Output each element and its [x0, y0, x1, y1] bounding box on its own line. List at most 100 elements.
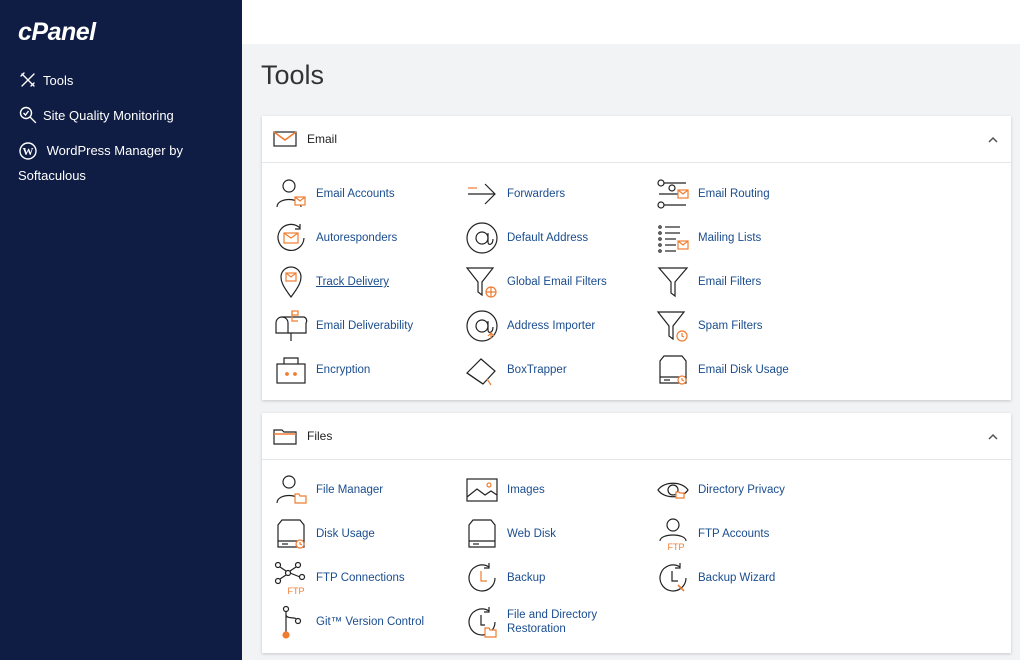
- tool-label: Email Disk Usage: [698, 364, 789, 376]
- tool-label: Address Importer: [507, 320, 596, 332]
- tool-mailing-lists[interactable]: Mailing Lists: [656, 221, 761, 255]
- tool-label: Git™ Version Control: [316, 616, 425, 628]
- backup-clock-icon: [468, 563, 496, 592]
- lock-box-icon: [276, 357, 306, 384]
- wordpress-icon: W: [18, 141, 38, 161]
- chevron-up-icon[interactable]: [987, 133, 999, 145]
- tool-track-delivery[interactable]: Track Delivery: [274, 265, 389, 299]
- svg-text:FTP: FTP: [668, 542, 685, 551]
- user-folder-icon: [276, 475, 307, 504]
- tool-label: File Manager: [316, 484, 384, 496]
- tool-label: Default Address: [507, 232, 589, 244]
- tool-label: FTP Connections: [316, 572, 405, 584]
- forward-arrow-icon: [468, 183, 496, 205]
- funnel-icon: [657, 267, 689, 298]
- tool-label: Email Filters: [698, 276, 762, 288]
- tool-email-disk-usage[interactable]: Email Disk Usage: [656, 353, 789, 387]
- tool-label: Email Routing: [698, 188, 770, 200]
- tool-encryption[interactable]: Encryption: [274, 353, 370, 387]
- tool-label: BoxTrapper: [507, 364, 567, 376]
- funnel-clock-icon: [656, 311, 688, 342]
- sidebar-item-tools[interactable]: Tools: [18, 68, 233, 93]
- tool-web-disk[interactable]: Web Disk: [465, 517, 556, 551]
- tool-backup-wizard[interactable]: Backup Wizard: [656, 561, 775, 595]
- tool-email-deliverability[interactable]: Email Deliverability: [274, 309, 413, 343]
- tool-spam-filters[interactable]: Spam Filters: [656, 309, 763, 343]
- tool-label: Autoresponders: [316, 232, 398, 244]
- restore-folder-icon: [468, 607, 497, 638]
- tool-label: Encryption: [316, 364, 371, 376]
- folder-icon: [273, 427, 297, 445]
- at-sign-icon: [466, 222, 498, 254]
- tool-label: Directory Privacy: [698, 484, 785, 496]
- sidebar-nav: Tools Site Quality Monitoring W WordPres…: [18, 68, 233, 198]
- svg-text:W: W: [23, 146, 34, 158]
- page-title: Tools: [261, 60, 325, 90]
- tool-label: Backup Wizard: [698, 572, 776, 584]
- disk-clock-icon: [659, 355, 687, 385]
- top-bar: [242, 0, 1020, 44]
- tool-autoresponders[interactable]: Autoresponders: [274, 221, 397, 255]
- magnifier-icon: [18, 105, 38, 125]
- autoresponder-icon: [277, 223, 305, 251]
- tool-label: Spam Filters: [698, 320, 763, 332]
- tool-file-directory-restoration[interactable]: File and Directory Restoration: [465, 605, 617, 639]
- sidebar-item-wordpress-manager[interactable]: W WordPress Manager by Softaculous: [18, 138, 233, 188]
- sidebar: cPanel Tools Site Quality Monitoring W W…: [0, 0, 242, 660]
- tool-email-routing[interactable]: Email Routing: [656, 177, 770, 211]
- location-pin-icon: [280, 266, 302, 299]
- email-section: Email Email Accounts Forwarders Email Ro…: [262, 116, 1011, 400]
- email-section-header[interactable]: Email: [262, 116, 1011, 163]
- tool-git-version-control[interactable]: Git™ Version Control: [274, 605, 424, 639]
- eye-icon: [657, 482, 689, 499]
- sidebar-item-site-quality[interactable]: Site Quality Monitoring: [18, 103, 233, 128]
- tool-backup[interactable]: Backup: [465, 561, 545, 595]
- tool-global-email-filters[interactable]: Global Email Filters: [465, 265, 607, 299]
- tools-icon: [18, 70, 38, 90]
- files-section-header[interactable]: Files: [262, 413, 1011, 460]
- tool-disk-usage[interactable]: Disk Usage: [274, 517, 375, 551]
- image-icon: [466, 478, 498, 502]
- funnel-globe-icon: [465, 267, 497, 298]
- sidebar-item-label: Site Quality Monitoring: [43, 108, 174, 123]
- cpanel-logo[interactable]: cPanel: [18, 18, 96, 47]
- list-icon: [658, 225, 689, 253]
- tool-label: FTP Accounts: [698, 528, 770, 540]
- tool-label: Mailing Lists: [698, 232, 762, 244]
- tool-label: Track Delivery: [316, 276, 390, 288]
- tool-label: Disk Usage: [316, 528, 375, 540]
- section-title: Email: [307, 132, 338, 146]
- tool-email-filters[interactable]: Email Filters: [656, 265, 761, 299]
- tool-label: File and Directory Restoration: [507, 609, 598, 635]
- files-section: Files File Manager Images Directory Priv…: [262, 413, 1011, 653]
- sidebar-item-label: Tools: [43, 73, 74, 88]
- svg-text:FTP: FTP: [288, 586, 305, 595]
- sidebar-item-label: WordPress Manager by Softaculous: [18, 143, 183, 183]
- tool-boxtrapper[interactable]: BoxTrapper: [465, 353, 567, 387]
- tool-images[interactable]: Images: [465, 473, 545, 507]
- tool-directory-privacy[interactable]: Directory Privacy: [656, 473, 785, 507]
- tool-default-address[interactable]: Default Address: [465, 221, 588, 255]
- disk-clock-icon: [277, 519, 305, 549]
- envelope-icon: [273, 130, 297, 148]
- tool-file-manager[interactable]: File Manager: [274, 473, 383, 507]
- tool-email-accounts[interactable]: Email Accounts: [274, 177, 395, 211]
- chevron-up-icon[interactable]: [987, 430, 999, 442]
- tool-ftp-connections[interactable]: FTP FTP Connections: [274, 561, 405, 595]
- at-import-icon: [466, 310, 498, 342]
- tool-ftp-accounts[interactable]: FTP FTP Accounts: [656, 517, 769, 551]
- routing-icon: [657, 179, 689, 209]
- tool-label: Web Disk: [507, 528, 556, 540]
- git-branch-icon: [282, 605, 302, 639]
- tool-forwarders[interactable]: Forwarders: [465, 177, 565, 211]
- user-envelope-icon: [276, 179, 306, 208]
- section-title: Files: [307, 429, 333, 443]
- tool-label: Global Email Filters: [507, 276, 607, 288]
- tool-label: Forwarders: [507, 188, 566, 200]
- tool-label: Backup: [507, 572, 546, 584]
- disk-icon: [468, 519, 496, 548]
- tool-label: Email Deliverability: [316, 320, 414, 332]
- mailbox-icon: [275, 310, 308, 341]
- network-ftp-icon: FTP: [274, 561, 306, 595]
- tool-address-importer[interactable]: Address Importer: [465, 309, 595, 343]
